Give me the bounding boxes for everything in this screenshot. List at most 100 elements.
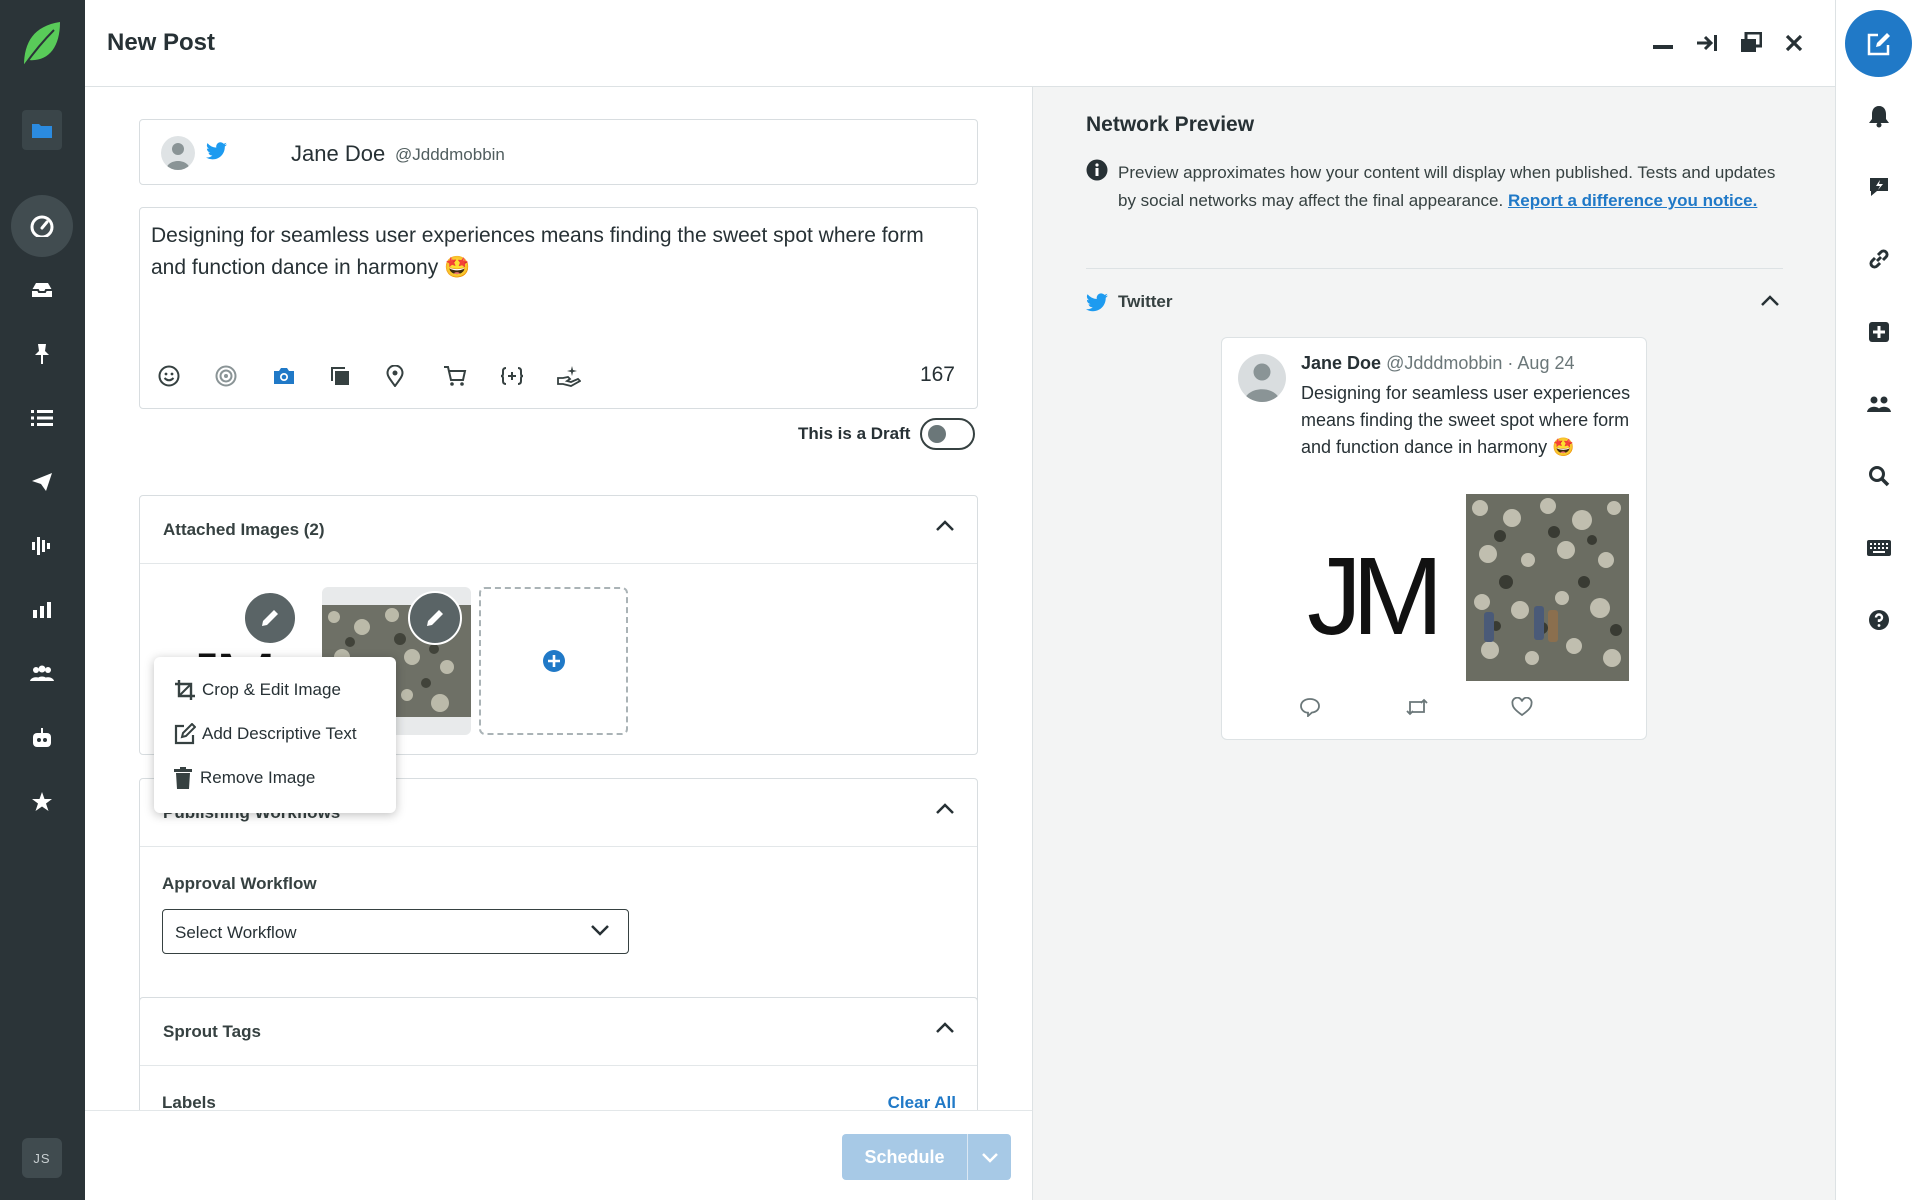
compose-button[interactable]	[1845, 10, 1912, 77]
nav-dashboard-icon[interactable]	[11, 195, 73, 257]
nav-people-icon[interactable]	[22, 654, 62, 694]
tweet-body: Designing for seamless user experiences …	[1301, 383, 1631, 457]
location-pin-icon	[386, 365, 404, 387]
camera-icon	[272, 366, 296, 386]
pencil-icon	[260, 608, 280, 628]
like-button[interactable]	[1511, 697, 1617, 717]
minimize-button[interactable]	[1648, 28, 1678, 58]
twitter-icon	[206, 142, 227, 160]
heart-icon	[1511, 697, 1533, 717]
close-icon	[1785, 34, 1803, 52]
targeting-button[interactable]	[215, 360, 272, 392]
braces-icon	[500, 366, 524, 386]
sprout-tags-header[interactable]: Sprout Tags	[140, 998, 977, 1066]
team-icon[interactable]	[1863, 388, 1895, 420]
emoji-button[interactable]	[158, 360, 215, 392]
toggle-knob	[928, 425, 947, 443]
reply-button[interactable]	[1299, 697, 1405, 717]
twitter-network-label: Twitter	[1118, 292, 1173, 311]
crop-edit-image-item[interactable]: Crop & Edit Image	[174, 675, 341, 705]
notifications-icon[interactable]	[1863, 100, 1895, 132]
profile-selector[interactable]: Jane Doe @Jdddmobbin	[139, 119, 978, 185]
edit-image-button-2[interactable]	[408, 591, 462, 645]
add-photo-button[interactable]	[272, 360, 329, 392]
right-rail	[1835, 0, 1920, 1200]
chevron-up-icon[interactable]	[935, 1022, 955, 1034]
message-text[interactable]: Designing for seamless user experiences …	[151, 220, 961, 284]
product-button[interactable]	[443, 360, 500, 392]
variables-button[interactable]	[500, 360, 557, 392]
add-content-icon[interactable]	[1863, 316, 1895, 348]
page-title: New Post	[107, 29, 216, 56]
report-difference-link[interactable]: Report a difference you notice.	[1508, 191, 1757, 210]
tweet-actions	[1299, 697, 1617, 717]
remove-image-label: Remove Image	[200, 768, 316, 787]
link-icon[interactable]	[1863, 243, 1895, 275]
chevron-up-icon[interactable]	[935, 803, 955, 815]
chevron-down-icon	[981, 1151, 999, 1163]
character-count: 167	[919, 363, 955, 386]
publishing-workflows-section: Publishing Workflows Approval Workflow S…	[139, 778, 978, 1016]
chevron-up-icon[interactable]	[1760, 295, 1780, 307]
retweet-button[interactable]	[1405, 697, 1511, 717]
tweet-date: · Aug 24	[1507, 353, 1575, 373]
nav-inbox-icon[interactable]	[22, 270, 62, 310]
tweet-author-name: Jane Doe	[1301, 353, 1382, 373]
workflow-select-value: Select Workflow	[175, 923, 297, 942]
keyboard-icon[interactable]	[1863, 532, 1895, 564]
info-icon	[1086, 159, 1108, 181]
location-button[interactable]	[386, 360, 443, 392]
crop-edit-image-label: Crop & Edit Image	[202, 680, 341, 699]
sprout-logo[interactable]	[20, 20, 64, 68]
nav-tasks-icon[interactable]	[22, 398, 62, 438]
user-avatar[interactable]: JS	[22, 1138, 62, 1178]
hand-sparkle-icon	[557, 365, 581, 387]
media-library-icon	[329, 365, 351, 387]
edit-image-button[interactable]	[243, 591, 297, 645]
crop-icon	[174, 679, 202, 701]
tweet-image1-text: JM	[1307, 535, 1435, 658]
add-descriptive-text-item[interactable]: Add Descriptive Text	[174, 719, 357, 749]
schedule-options-button[interactable]	[968, 1134, 1011, 1180]
schedule-split-button: Schedule	[842, 1134, 1011, 1180]
editor-toolbar	[158, 360, 614, 392]
media-library-button[interactable]	[329, 360, 386, 392]
dock-right-button[interactable]	[1692, 28, 1722, 58]
attached-images-header[interactable]: Attached Images (2)	[140, 496, 977, 564]
arrow-to-right-icon	[1696, 33, 1718, 53]
nav-reports-icon[interactable]	[22, 590, 62, 630]
cart-icon	[443, 365, 467, 387]
nav-pin-icon[interactable]	[22, 334, 62, 374]
compose-footer: Schedule	[85, 1110, 1032, 1200]
minimize-icon	[1652, 32, 1674, 54]
chevron-down-icon	[590, 923, 610, 937]
nav-listening-icon[interactable]	[22, 526, 62, 566]
nav-reviews-icon[interactable]	[22, 782, 62, 822]
left-navigation: JS	[0, 0, 85, 1200]
draft-toggle[interactable]	[920, 418, 976, 450]
search-icon[interactable]	[1863, 460, 1895, 492]
assist-button[interactable]	[557, 360, 614, 392]
schedule-button[interactable]: Schedule	[842, 1134, 968, 1180]
draft-label: This is a Draft	[798, 424, 911, 443]
nav-publishing-icon[interactable]	[22, 462, 62, 502]
popout-button[interactable]	[1736, 28, 1766, 58]
twitter-network-header[interactable]: Twitter	[1086, 292, 1172, 312]
chevron-up-icon[interactable]	[935, 520, 955, 532]
divider	[1086, 268, 1783, 269]
tweet-preview: Jane Doe @Jdddmobbin · Aug 24 Designing …	[1221, 337, 1647, 740]
plus-circle-icon	[542, 649, 566, 673]
twitter-icon	[1086, 292, 1108, 312]
close-button[interactable]	[1779, 28, 1809, 58]
windows-icon	[1740, 32, 1762, 54]
nav-folder-icon[interactable]	[22, 110, 62, 150]
activity-icon[interactable]	[1863, 171, 1895, 203]
network-preview-panel: Network Preview Preview approximates how…	[1032, 87, 1835, 1200]
help-icon[interactable]	[1863, 604, 1895, 636]
tweet-image-2	[1466, 494, 1629, 681]
workflow-select[interactable]: Select Workflow	[162, 909, 629, 954]
tweet-author-handle: @Jdddmobbin	[1386, 353, 1503, 373]
nav-bot-icon[interactable]	[22, 718, 62, 758]
add-image-slot[interactable]	[479, 587, 628, 735]
remove-image-item[interactable]: Remove Image	[174, 763, 315, 793]
